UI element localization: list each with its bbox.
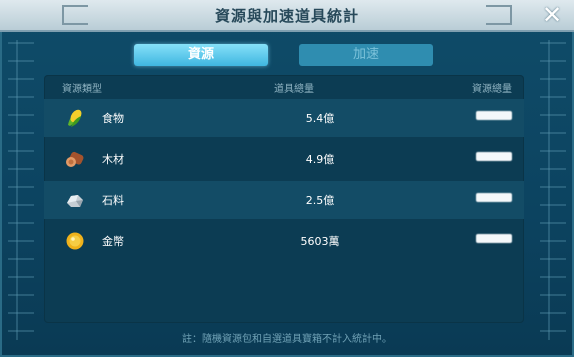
table-row: 木材 4.9億 — [44, 140, 524, 178]
resource-name: 食物 — [102, 112, 124, 125]
item-total: 2.5億 — [305, 194, 335, 207]
column-header-resource-total: 資源總量 — [472, 84, 512, 95]
tab-resources[interactable]: 資源 — [134, 44, 268, 66]
gold-coin-icon — [64, 230, 86, 252]
tab-speedups[interactable]: 加速 — [299, 44, 433, 66]
column-header-item-total: 道具總量 — [274, 84, 314, 95]
table-row: 金幣 5603萬 — [44, 222, 524, 260]
border-ornament-left — [8, 40, 34, 340]
resource-name: 金幣 — [102, 235, 124, 248]
item-total: 5603萬 — [300, 235, 340, 248]
resource-name: 木材 — [102, 153, 124, 166]
column-header-type: 資源類型 — [62, 84, 102, 95]
title-bar: 資源與加速道具統計 ✕ — [0, 0, 574, 32]
table-row: 石料 2.5億 — [44, 181, 524, 219]
resource-total-obscured — [476, 111, 512, 120]
resource-total-obscured — [476, 152, 512, 161]
resource-name: 石料 — [102, 194, 124, 207]
table-row: 食物 5.4億 — [44, 99, 524, 137]
border-ornament-right — [540, 40, 566, 340]
dialog-title: 資源與加速道具統計 — [214, 7, 359, 25]
item-total: 5.4億 — [305, 112, 335, 125]
footer-note: 註：隨機資源包和自選道具寶箱不計入統計中。 — [182, 334, 392, 345]
resource-total-obscured — [476, 193, 512, 202]
close-button[interactable]: ✕ — [540, 3, 564, 27]
item-total: 4.9億 — [305, 153, 335, 166]
corn-icon — [64, 107, 86, 129]
close-icon: ✕ — [541, 1, 563, 29]
wood-log-icon — [64, 148, 86, 170]
resource-total-obscured — [476, 234, 512, 243]
stone-icon — [64, 189, 86, 211]
